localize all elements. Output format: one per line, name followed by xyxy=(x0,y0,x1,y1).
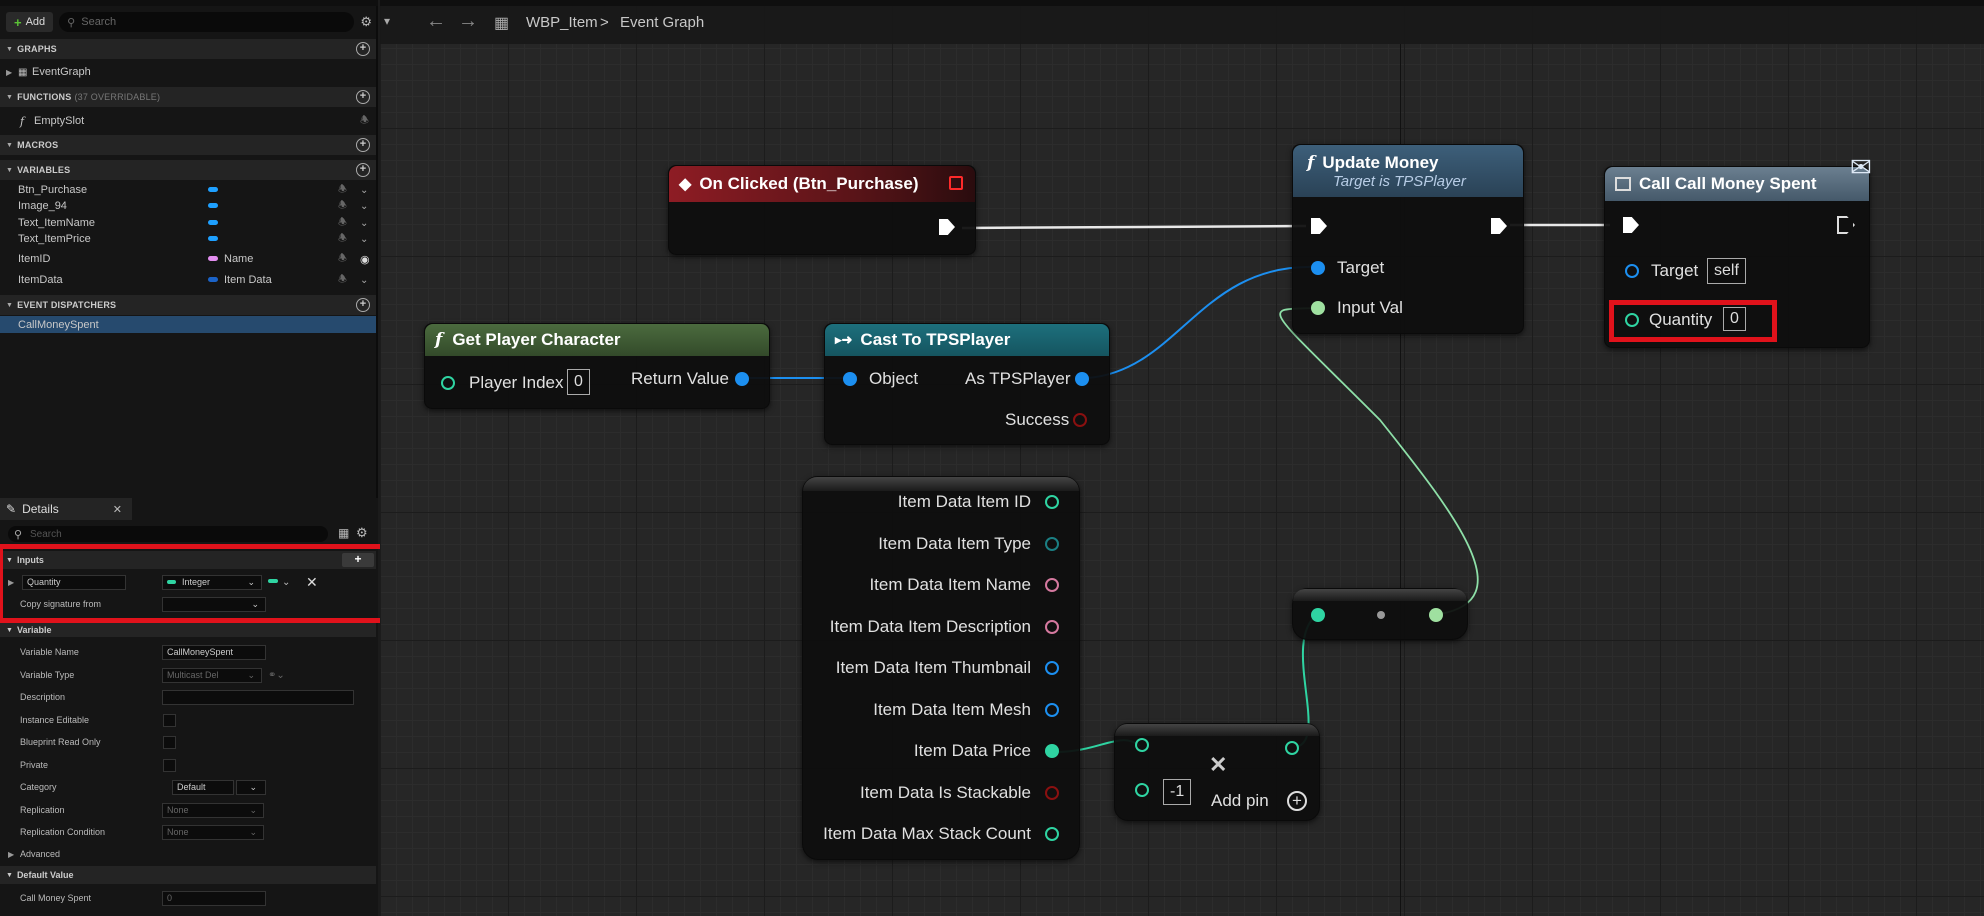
player-index-pin[interactable] xyxy=(441,376,455,390)
node-header: f Update Money Target is TPSPlayer xyxy=(1293,145,1523,197)
node-header: f Get Player Character xyxy=(425,324,769,356)
function-icon: f xyxy=(435,330,443,350)
return-value-pin[interactable] xyxy=(735,372,749,386)
node-header: ▸➜ Cast To TPSPlayer xyxy=(825,324,1109,356)
node-title: f Update Money xyxy=(1307,152,1439,173)
node-call-money-spent[interactable]: Call Call Money Spent Target self Quanti… xyxy=(1604,166,1870,348)
node-header: Call Call Money Spent xyxy=(1605,167,1869,201)
item-mesh-pin[interactable] xyxy=(1045,703,1059,717)
multiply-out-pin[interactable] xyxy=(1285,741,1299,755)
node-header: ◆ On Clicked (Btn_Purchase) xyxy=(669,166,975,202)
target-pin[interactable] xyxy=(1311,261,1325,275)
exec-in-pin[interactable] xyxy=(1623,217,1639,233)
item-price-pin[interactable] xyxy=(1045,744,1059,758)
highlight-box xyxy=(1609,300,1777,342)
reroute-center-icon xyxy=(1377,611,1385,619)
envelope-icon: ✉ xyxy=(1850,152,1872,182)
max-stack-count-pin[interactable] xyxy=(1045,827,1059,841)
node-update-money[interactable]: f Update Money Target is TPSPlayer Target… xyxy=(1292,144,1524,334)
object-pin[interactable] xyxy=(843,372,857,386)
exec-out-pin[interactable] xyxy=(1837,216,1855,234)
input-val-pin[interactable] xyxy=(1311,301,1325,315)
target-value-field[interactable]: self xyxy=(1707,258,1746,284)
exec-out-pin[interactable] xyxy=(1491,218,1507,234)
item-thumbnail-pin[interactable] xyxy=(1045,661,1059,675)
node-reroute[interactable] xyxy=(1292,588,1468,640)
node-multiply[interactable]: ✕ -1 Add pin + xyxy=(1114,723,1320,821)
delegate-pin-icon[interactable] xyxy=(949,176,963,190)
add-pin-icon[interactable]: + xyxy=(1287,791,1307,811)
node-header xyxy=(1115,724,1319,736)
reroute-in-pin[interactable] xyxy=(1311,608,1325,622)
cast-icon: ▸➜ xyxy=(835,332,853,347)
dispatcher-icon xyxy=(1615,177,1631,191)
item-name-pin[interactable] xyxy=(1045,578,1059,592)
target-pin[interactable] xyxy=(1625,264,1639,278)
item-type-pin[interactable] xyxy=(1045,537,1059,551)
node-header xyxy=(803,477,1079,491)
reroute-out-pin[interactable] xyxy=(1429,608,1443,622)
event-icon: ◆ xyxy=(679,176,692,193)
multiply-in-pin-b[interactable] xyxy=(1135,783,1149,797)
node-on-clicked[interactable]: ◆ On Clicked (Btn_Purchase) xyxy=(668,165,976,255)
function-icon: f xyxy=(1307,152,1315,173)
node-cast-to-tpsplayer[interactable]: ▸➜ Cast To TPSPlayer Object As TPSPlayer … xyxy=(824,323,1110,445)
exec-out-pin[interactable] xyxy=(939,219,955,235)
success-pin[interactable] xyxy=(1073,413,1087,427)
node-header xyxy=(1293,589,1467,601)
exec-wire xyxy=(961,224,1307,230)
is-stackable-pin[interactable] xyxy=(1045,786,1059,800)
item-id-pin[interactable] xyxy=(1045,495,1059,509)
node-break-item-data[interactable]: Item Data Item ID Item Data Item Type It… xyxy=(802,476,1080,860)
multiply-icon: ✕ xyxy=(1209,752,1228,777)
int-wire xyxy=(1279,307,1479,615)
item-description-pin[interactable] xyxy=(1045,620,1059,634)
as-tpsplayer-pin[interactable] xyxy=(1075,372,1089,386)
exec-in-pin[interactable] xyxy=(1311,218,1327,234)
node-get-player-character[interactable]: f Get Player Character Player Index 0 Ret… xyxy=(424,323,770,409)
multiply-in-pin-a[interactable] xyxy=(1135,738,1149,752)
multiply-value-field[interactable]: -1 xyxy=(1163,779,1192,805)
player-index-field[interactable]: 0 xyxy=(567,369,590,395)
